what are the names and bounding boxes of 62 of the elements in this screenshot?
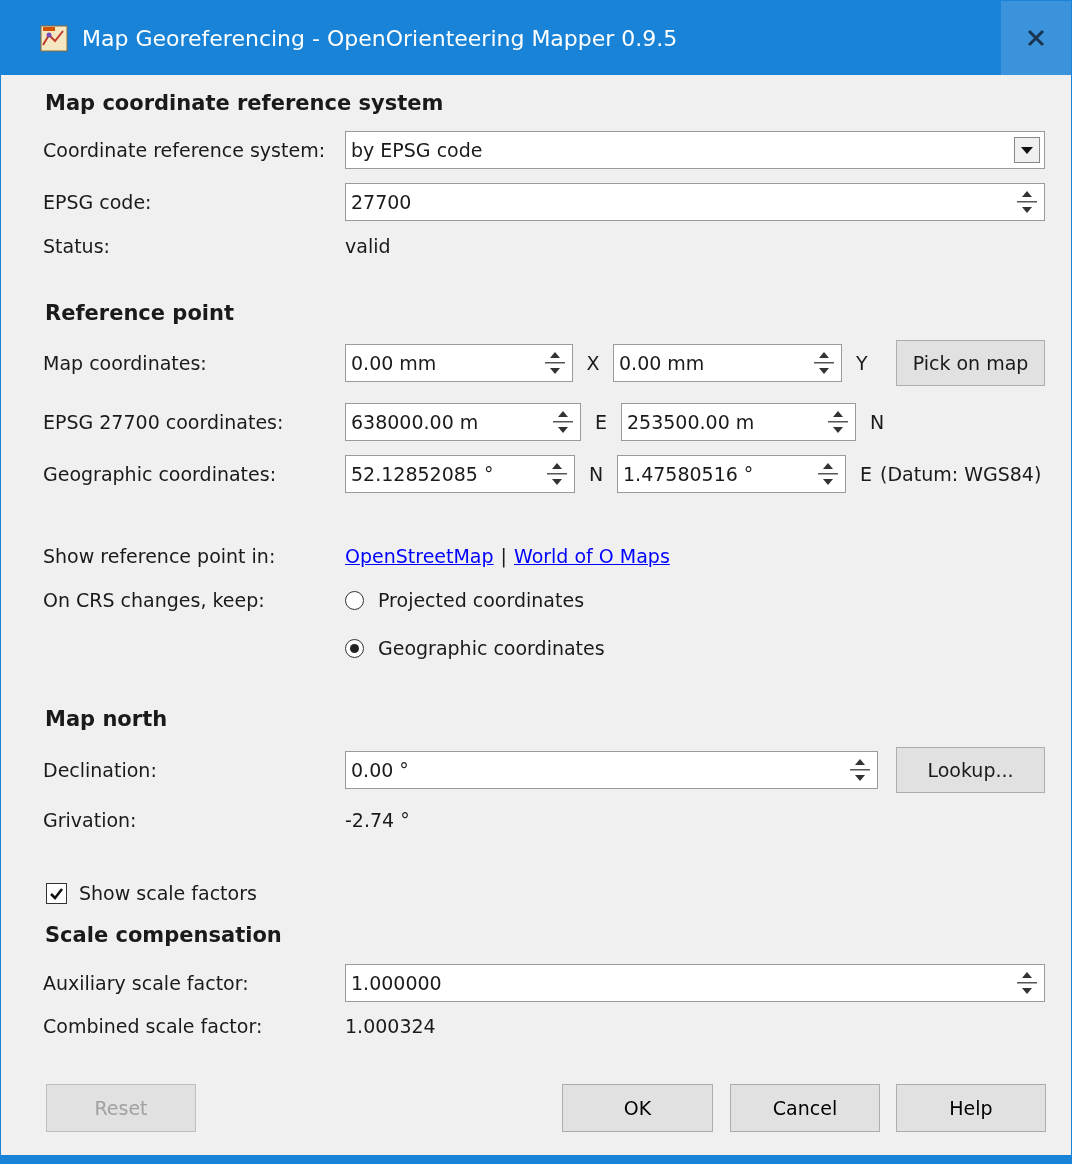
app-icon bbox=[39, 23, 69, 53]
value-text: -2.74 ° bbox=[345, 807, 410, 833]
field-label: On CRS changes, keep: bbox=[43, 587, 266, 613]
spin-field[interactable]: 0.00 mm bbox=[345, 344, 573, 382]
scale-factors-checkbox-row[interactable]: Show scale factors bbox=[43, 878, 257, 908]
axis-label: E bbox=[594, 409, 608, 435]
spinner-icon[interactable] bbox=[827, 409, 849, 435]
spin-field[interactable]: 638000.00 m bbox=[345, 403, 581, 441]
spin-field[interactable]: 27700 bbox=[345, 183, 1045, 221]
checkbox[interactable] bbox=[46, 882, 67, 904]
map-link[interactable]: World of O Maps bbox=[514, 541, 670, 571]
spin-field[interactable]: 1.47580516 ° bbox=[617, 455, 846, 493]
field-label: Auxiliary scale factor: bbox=[43, 970, 250, 996]
field-label: Combined scale factor: bbox=[43, 1013, 264, 1039]
section-heading: Map coordinate reference system bbox=[44, 90, 444, 118]
value-text: (Datum: WGS84) bbox=[880, 461, 1042, 487]
spinner-icon[interactable] bbox=[546, 461, 568, 487]
axis-label: N bbox=[587, 461, 605, 487]
close-icon[interactable] bbox=[1027, 29, 1045, 47]
spin-field[interactable]: 0.00 ° bbox=[345, 751, 878, 789]
spinner-icon[interactable] bbox=[813, 350, 835, 376]
radio-button[interactable] bbox=[345, 590, 364, 610]
field-label: Status: bbox=[43, 233, 111, 259]
field-label: EPSG code: bbox=[43, 189, 153, 215]
radio-button[interactable] bbox=[345, 638, 364, 658]
crs-dropdown[interactable]: by EPSG code bbox=[345, 131, 1045, 169]
spinner-icon[interactable] bbox=[544, 350, 566, 376]
axis-label: N bbox=[869, 409, 885, 435]
axis-label: E bbox=[859, 461, 873, 487]
field-label: EPSG 27700 coordinates: bbox=[43, 409, 285, 435]
field-label: Coordinate reference system: bbox=[43, 137, 327, 163]
field-label: Grivation: bbox=[43, 807, 138, 833]
spinner-icon[interactable] bbox=[817, 461, 839, 487]
spinner-icon[interactable] bbox=[849, 757, 871, 783]
lookup-button[interactable]: Lookup... bbox=[896, 747, 1045, 793]
axis-label: X bbox=[585, 350, 601, 376]
axis-label: Y bbox=[855, 350, 869, 376]
section-heading: Map north bbox=[44, 706, 168, 734]
link-separator: | bbox=[499, 543, 508, 570]
spinner-icon[interactable] bbox=[1016, 970, 1038, 996]
spinner-icon[interactable] bbox=[1016, 189, 1038, 215]
spin-field[interactable]: 1.000000 bbox=[345, 964, 1045, 1002]
section-heading: Scale compensation bbox=[44, 922, 282, 950]
spinner-icon[interactable] bbox=[552, 409, 574, 435]
radio-option[interactable]: Geographic coordinates bbox=[345, 633, 605, 663]
map-link[interactable]: OpenStreetMap bbox=[345, 541, 494, 571]
value-text: valid bbox=[345, 233, 391, 259]
field-label: Show reference point in: bbox=[43, 543, 277, 569]
spin-field[interactable]: 253500.00 m bbox=[621, 403, 856, 441]
pick-on-map-button[interactable]: Pick on map bbox=[896, 340, 1045, 386]
dialog-button[interactable]: Help bbox=[896, 1084, 1046, 1132]
dialog-button[interactable]: OK bbox=[562, 1084, 713, 1132]
spin-field[interactable]: 0.00 mm bbox=[613, 344, 842, 382]
dialog-button[interactable]: Cancel bbox=[730, 1084, 880, 1132]
field-label: Map coordinates: bbox=[43, 350, 208, 376]
spin-field[interactable]: 52.12852085 ° bbox=[345, 455, 575, 493]
window-title: Map Georeferencing - OpenOrienteering Mapper 0.9.5 bbox=[82, 24, 679, 53]
field-label: Geographic coordinates: bbox=[43, 461, 278, 487]
value-text: 1.000324 bbox=[345, 1013, 436, 1039]
field-label: Declination: bbox=[43, 757, 158, 783]
radio-option[interactable]: Projected coordinates bbox=[345, 585, 585, 615]
section-heading: Reference point bbox=[44, 300, 234, 328]
